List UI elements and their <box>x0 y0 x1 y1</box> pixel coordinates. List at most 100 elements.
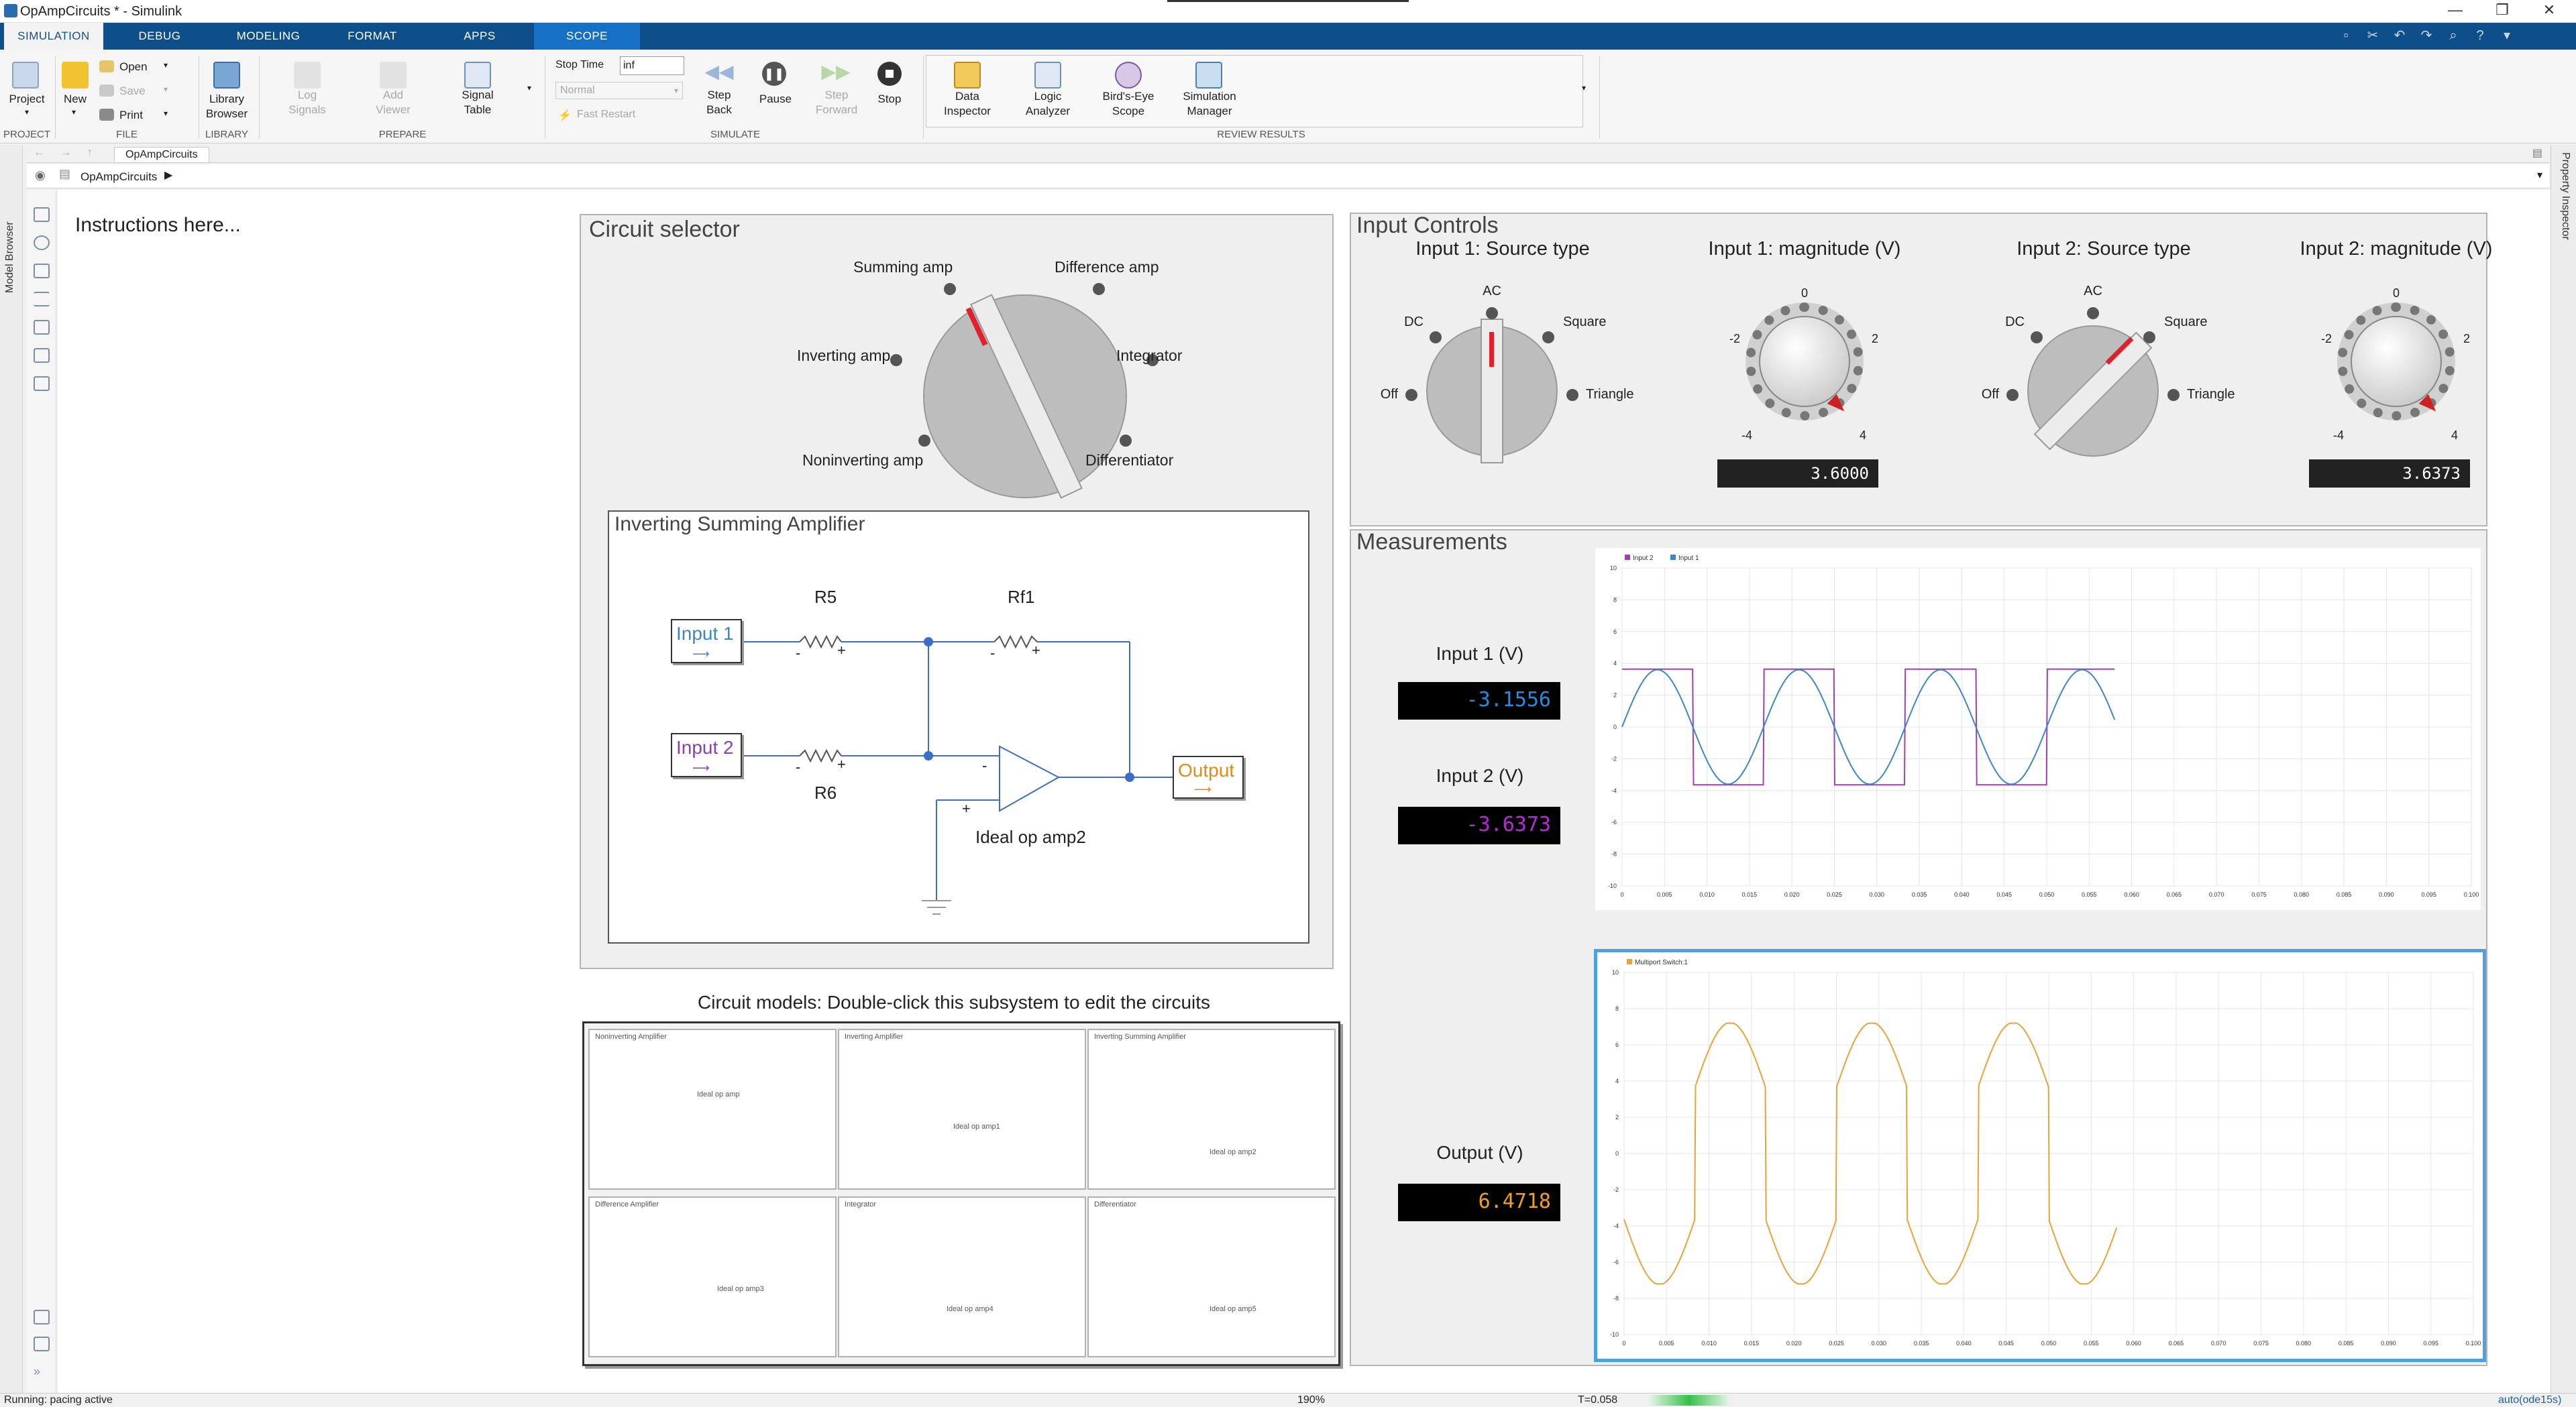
input2-label-ac[interactable]: AC <box>2084 284 2102 299</box>
hide-tool-icon[interactable] <box>34 207 50 222</box>
stop-time-input[interactable]: inf <box>620 56 684 75</box>
area-icon[interactable] <box>34 376 50 391</box>
tab-apps[interactable]: APPS <box>429 23 530 50</box>
input1-dot-ac[interactable] <box>1486 307 1498 319</box>
input2-label-off[interactable]: Off <box>1982 387 1999 402</box>
simulation-manager-label-1[interactable]: Simulation <box>1173 90 1246 103</box>
output-port-block[interactable]: Output ⟶ <box>1173 756 1244 799</box>
tile-difference[interactable]: Difference Amplifier Ideal op amp3 <box>588 1196 837 1357</box>
option-summing-amp[interactable]: Summing amp <box>853 258 953 276</box>
tab-format[interactable]: FORMAT <box>327 23 417 50</box>
data-inspector-icon[interactable] <box>954 62 981 89</box>
selector-dot-inverting[interactable] <box>890 354 902 366</box>
stop-label[interactable]: Stop <box>868 93 911 106</box>
annotation-icon[interactable] <box>34 320 50 335</box>
tab-opampcircuits[interactable]: OpAmpCircuits <box>114 147 209 163</box>
simulation-manager-label-2[interactable]: Manager <box>1173 105 1246 118</box>
new-icon[interactable] <box>62 62 89 89</box>
library-browser-label-2[interactable]: Browser <box>200 107 254 121</box>
property-inspector-strip[interactable]: Property Inspector <box>2551 146 2576 1393</box>
logic-analyzer-icon[interactable] <box>1034 62 1061 89</box>
input1-label-ac[interactable]: AC <box>1483 284 1501 299</box>
logic-analyzer-label-2[interactable]: Analyzer <box>1017 105 1079 118</box>
circuit-models-subsystem[interactable]: Noninverting Amplifier Ideal op amp Inver… <box>582 1021 1340 1366</box>
expand-icon[interactable]: » <box>34 1365 50 1380</box>
option-noninverting-amp[interactable]: Noninverting amp <box>802 451 923 469</box>
library-browser-icon[interactable] <box>213 62 240 89</box>
step-back-icon[interactable]: ◀◀ <box>704 60 734 82</box>
print-button-label[interactable]: Print <box>119 109 143 122</box>
option-inverting-amp[interactable]: Inverting amp <box>797 347 890 365</box>
step-back-label-2[interactable]: Back <box>698 103 741 117</box>
option-difference-amp[interactable]: Difference amp <box>1055 258 1159 276</box>
project-button-label[interactable]: Project <box>3 93 51 106</box>
birds-eye-scope-label-1[interactable]: Bird's-Eye <box>1095 90 1162 103</box>
print-canvas-icon[interactable] <box>34 1337 50 1351</box>
zoom-icon[interactable] <box>34 235 50 250</box>
input1-dot-triangle[interactable] <box>1566 389 1578 401</box>
back-nav-icon[interactable]: ← <box>34 147 44 159</box>
stop-icon[interactable] <box>877 62 902 86</box>
tab-simulation[interactable]: SIMULATION <box>4 23 103 50</box>
data-inspector-label-1[interactable]: Data <box>936 90 998 103</box>
selector-dot-differentiator[interactable] <box>1120 435 1132 447</box>
library-browser-label-1[interactable]: Library <box>200 93 254 106</box>
input2-dot-dc[interactable] <box>2031 331 2043 343</box>
model-browser-label[interactable]: Model Browser <box>4 221 16 293</box>
camera-icon[interactable] <box>34 1310 50 1325</box>
restore-button[interactable]: ❐ <box>2482 1 2522 19</box>
pause-label[interactable]: Pause <box>754 93 797 106</box>
project-dropdown-icon[interactable]: ▾ <box>20 107 34 117</box>
data-inspector-label-2[interactable]: Inspector <box>936 105 998 118</box>
help-quick-icon[interactable]: ? <box>2469 25 2491 46</box>
tab-modeling[interactable]: MODELING <box>215 23 322 50</box>
print-dropdown-icon[interactable]: ▾ <box>164 109 168 118</box>
redo-quick-icon[interactable]: ↷ <box>2415 25 2438 46</box>
property-inspector-label[interactable]: Property Inspector <box>2559 152 2571 240</box>
input1-port-block[interactable]: Input 1 ⟶ <box>671 619 742 663</box>
up-nav-icon[interactable]: ↑ <box>87 147 93 159</box>
print-icon[interactable] <box>99 109 114 121</box>
selector-dot-difference[interactable] <box>1093 283 1105 295</box>
input2-dot-off[interactable] <box>2006 389 2019 401</box>
input1-label-off[interactable]: Off <box>1381 387 1398 402</box>
selector-dot-noninverting[interactable] <box>918 435 930 447</box>
model-browser-strip[interactable]: Model Browser <box>0 146 23 1393</box>
tile-integrator[interactable]: Integrator Ideal op amp4 <box>838 1196 1086 1357</box>
input1-dot-dc[interactable] <box>1430 331 1442 343</box>
signal-table-icon[interactable] <box>464 62 491 89</box>
input2-dot-triangle[interactable] <box>2167 389 2180 401</box>
forward-nav-icon[interactable]: → <box>60 147 71 159</box>
breadcrumb-arrow-icon[interactable]: ▶ <box>164 168 172 182</box>
simulation-manager-icon[interactable] <box>1195 62 1222 89</box>
input1-dot-square[interactable] <box>1542 331 1554 343</box>
tab-debug[interactable]: DEBUG <box>110 23 209 50</box>
review-gallery-dropdown-icon[interactable]: ▾ <box>1582 83 1586 93</box>
save-quick-icon[interactable]: ▫ <box>2334 25 2357 46</box>
image-icon[interactable] <box>34 348 50 363</box>
open-button-label[interactable]: Open <box>119 60 148 74</box>
tile-differentiator[interactable]: Differentiator Ideal op amp5 <box>1087 1196 1336 1357</box>
tab-scope[interactable]: SCOPE <box>534 23 640 50</box>
new-dropdown-icon[interactable]: ▾ <box>67 107 80 117</box>
input1-label-triangle[interactable]: Triangle <box>1586 387 1634 402</box>
collapse-quick-icon[interactable]: ▾ <box>2496 25 2518 46</box>
birds-eye-scope-icon[interactable] <box>1115 62 1142 89</box>
input2-label-dc[interactable]: DC <box>2005 315 2025 330</box>
input-scope[interactable]: 0 0.005 0.010 0.015 0.020 0.025 0.030 0.035 0.04… <box>1595 548 2481 910</box>
close-button[interactable]: ✕ <box>2529 1 2569 19</box>
address-dropdown-icon[interactable]: ▾ <box>2537 168 2542 182</box>
logic-analyzer-label-1[interactable]: Logic <box>1017 90 1079 103</box>
selector-dot-summing[interactable] <box>944 283 956 295</box>
option-differentiator[interactable]: Differentiator <box>1085 451 1173 469</box>
tile-inverting-summing[interactable]: Inverting Summing Amplifier Ideal op amp2 <box>1087 1029 1336 1190</box>
input2-port-block[interactable]: Input 2 ⟶ <box>671 733 742 777</box>
hide-explorer-icon[interactable]: ◉ <box>35 168 46 182</box>
minimize-button[interactable]: — <box>2435 1 2475 19</box>
output-scope[interactable]: 0 0.005 0.010 0.015 0.020 0.025 0.030 0.035 0.04… <box>1594 949 2486 1362</box>
cut-quick-icon[interactable]: ✂ <box>2361 25 2384 46</box>
search-quick-icon[interactable]: ⌕ <box>2442 25 2465 46</box>
input1-label-square[interactable]: Square <box>1563 315 1607 330</box>
option-integrator[interactable]: Integrator <box>1116 347 1182 365</box>
pause-icon[interactable]: ❚❚ <box>762 62 786 86</box>
